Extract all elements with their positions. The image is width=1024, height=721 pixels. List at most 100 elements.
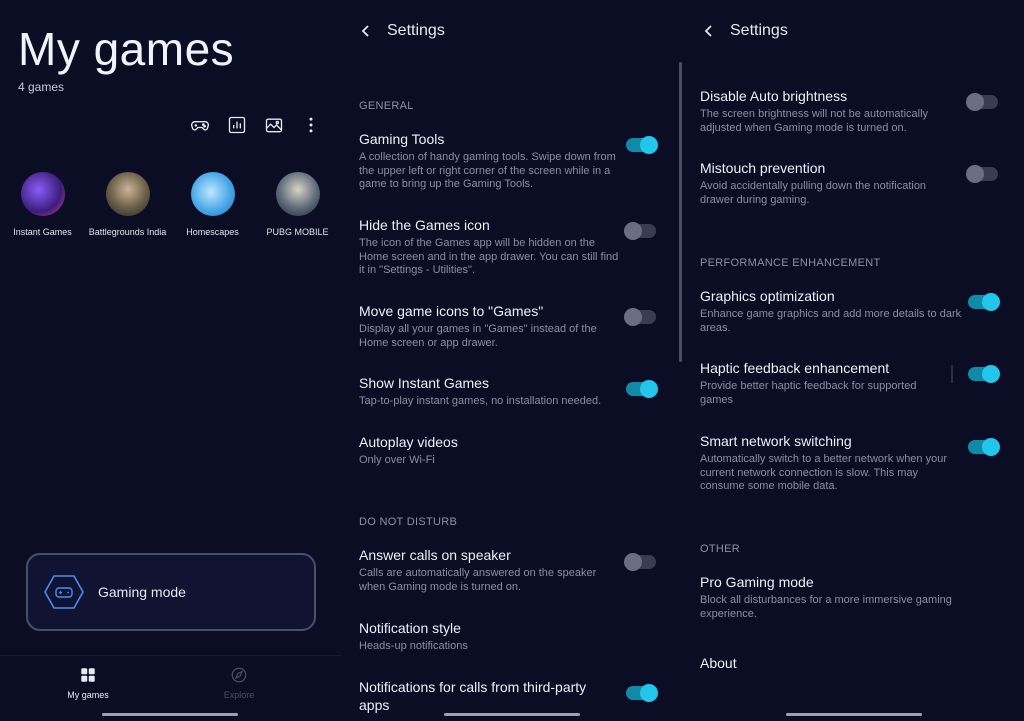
toolbar (190, 115, 321, 135)
gallery-icon[interactable] (264, 115, 284, 135)
gaming-mode-button[interactable]: Gaming mode (26, 553, 316, 631)
setting-autoplay-videos[interactable]: Autoplay videos Only over Wi-Fi (359, 433, 621, 468)
pubg-mobile-icon (275, 172, 320, 216)
home-indicator[interactable] (786, 713, 922, 716)
battlegrounds-india-icon (105, 172, 150, 216)
setting-title: Show Instant Games (359, 375, 489, 391)
mistouch-prevention-toggle[interactable] (966, 165, 998, 183)
setting-title: Notifications for calls from third-party… (359, 679, 587, 713)
my-games-panel: My games 4 games Instant Games Battlegro… (0, 0, 341, 721)
hide-games-icon-toggle[interactable] (624, 222, 656, 240)
setting-desc: Avoid accidentally pulling down the noti… (700, 180, 927, 206)
bottom-nav: My games Explore (0, 655, 341, 721)
settings-title: Settings (730, 22, 788, 39)
setting-smart-network-switching[interactable]: Smart network switching Automatically sw… (700, 432, 962, 494)
setting-pro-gaming-mode[interactable]: Pro Gaming mode Block all disturbances f… (700, 573, 980, 621)
setting-mistouch-prevention[interactable]: Mistouch prevention Avoid accidentally p… (700, 159, 962, 207)
setting-haptic-feedback[interactable]: Haptic feedback enhancement Provide bett… (700, 359, 940, 407)
gaming-tools-toggle[interactable] (626, 136, 658, 154)
section-do-not-disturb: DO NOT DISTURB (359, 516, 458, 528)
game-label: Battlegrounds India (88, 227, 167, 237)
setting-hide-games-icon[interactable]: Hide the Games icon The icon of the Game… (359, 216, 621, 278)
setting-desc: A collection of handy gaming tools. Swip… (359, 151, 616, 190)
setting-graphics-optimization[interactable]: Graphics optimization Enhance game graph… (700, 287, 962, 335)
game-tile-pubg-mobile[interactable]: PUBG MOBILE (255, 172, 340, 238)
compass-icon (231, 667, 247, 683)
move-game-icons-toggle[interactable] (624, 308, 656, 326)
nav-label: My games (67, 690, 109, 700)
games-count: 4 games (18, 80, 65, 94)
homescapes-icon (190, 172, 235, 216)
setting-title: Gaming Tools (359, 131, 445, 147)
settings-header: Settings (359, 22, 445, 40)
setting-answer-calls-speaker[interactable]: Answer calls on speaker Calls are automa… (359, 546, 621, 594)
setting-desc: Tap-to-play instant games, no installati… (359, 395, 602, 407)
setting-title: Disable Auto brightness (700, 88, 848, 104)
setting-move-game-icons[interactable]: Move game icons to "Games" Display all y… (359, 302, 621, 350)
game-tile-battlegrounds-india[interactable]: Battlegrounds India (85, 172, 170, 238)
setting-title: Move game icons to "Games" (359, 303, 544, 319)
setting-title: Answer calls on speaker (359, 547, 511, 563)
setting-disable-auto-brightness[interactable]: Disable Auto brightness The screen brigh… (700, 87, 962, 135)
stats-icon[interactable] (227, 115, 247, 135)
more-vertical-icon[interactable] (301, 115, 321, 135)
graphics-optimization-toggle[interactable] (968, 293, 1000, 311)
third-party-call-notifications-toggle[interactable] (626, 684, 658, 702)
setting-title: Graphics optimization (700, 288, 835, 304)
setting-title: About (700, 655, 737, 671)
disable-auto-brightness-toggle[interactable] (966, 93, 998, 111)
section-other: OTHER (700, 543, 740, 555)
nav-explore[interactable]: Explore (199, 666, 279, 700)
setting-desc: Block all disturbances for a more immers… (700, 594, 952, 620)
show-instant-games-toggle[interactable] (626, 380, 658, 398)
game-label: Homescapes (186, 227, 239, 237)
answer-calls-speaker-toggle[interactable] (624, 553, 656, 571)
setting-desc: Heads-up notifications (359, 640, 468, 652)
setting-desc: The screen brightness will not be automa… (700, 108, 929, 134)
gaming-mode-icon (44, 575, 84, 609)
nav-label: Explore (223, 690, 255, 700)
setting-title: Notification style (359, 620, 461, 636)
setting-desc: Only over Wi-Fi (359, 454, 435, 466)
setting-third-party-call-notifications[interactable]: Notifications for calls from third-party… (359, 678, 609, 714)
settings-panel-1: Settings GENERAL Gaming Tools A collecti… (341, 0, 682, 721)
setting-desc: Enhance game graphics and add more detai… (700, 308, 962, 334)
smart-network-switching-toggle[interactable] (968, 438, 1000, 456)
gaming-mode-label: Gaming mode (98, 584, 186, 600)
haptic-feedback-toggle[interactable] (968, 365, 1000, 383)
game-label: PUBG MOBILE (266, 227, 329, 237)
home-indicator[interactable] (444, 713, 580, 716)
games-grid: Instant Games Battlegrounds India Homesc… (0, 172, 341, 238)
gamepad-icon[interactable] (190, 115, 210, 135)
instant-games-icon (20, 172, 65, 216)
settings-header: Settings (702, 22, 788, 40)
back-icon[interactable] (702, 24, 716, 38)
game-tile-instant-games[interactable]: Instant Games (0, 172, 85, 238)
setting-title: Pro Gaming mode (700, 574, 814, 590)
page-title: My games (18, 23, 235, 75)
grid-icon (81, 668, 95, 682)
back-icon[interactable] (359, 24, 373, 38)
setting-title: Autoplay videos (359, 434, 458, 450)
section-general: GENERAL (359, 100, 414, 112)
setting-desc: The icon of the Games app will be hidden… (359, 237, 619, 276)
nav-my-games[interactable]: My games (48, 666, 128, 700)
home-indicator[interactable] (102, 713, 238, 716)
setting-desc: Calls are automatically answered on the … (359, 567, 597, 593)
setting-desc: Display all your games in "Games" instea… (359, 323, 597, 349)
game-label: Instant Games (13, 227, 72, 237)
setting-title: Smart network switching (700, 433, 852, 449)
game-tile-homescapes[interactable]: Homescapes (170, 172, 255, 238)
settings-title: Settings (387, 22, 445, 39)
setting-desc: Automatically switch to a better network… (700, 453, 948, 492)
setting-gaming-tools[interactable]: Gaming Tools A collection of handy gamin… (359, 130, 621, 192)
setting-about[interactable]: About (700, 654, 962, 672)
settings-panel-2: Settings Disable Auto brightness The scr… (682, 0, 1024, 721)
setting-title: Hide the Games icon (359, 217, 490, 233)
setting-show-instant-games[interactable]: Show Instant Games Tap-to-play instant g… (359, 374, 621, 409)
setting-desc: Provide better haptic feedback for suppo… (700, 380, 917, 406)
setting-notification-style[interactable]: Notification style Heads-up notification… (359, 619, 621, 654)
divider (951, 365, 953, 383)
setting-title: Haptic feedback enhancement (700, 360, 890, 376)
section-performance-enhancement: PERFORMANCE ENHANCEMENT (700, 257, 881, 269)
